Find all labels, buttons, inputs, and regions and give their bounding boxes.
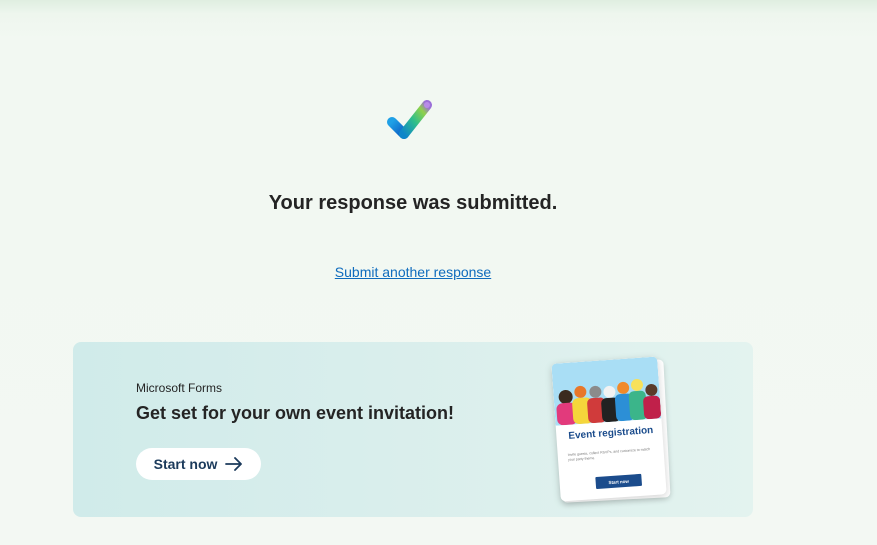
people-illustration [551,356,662,426]
start-now-label: Start now [153,456,218,472]
submission-confirmation-message: Your response was submitted. [268,192,558,214]
event-registration-illustration: Event registration Invite guests, collec… [551,356,673,506]
card-description: Invite guests, collect RSVPs, and custom… [567,447,651,462]
checkmark-icon [387,100,432,139]
card-front: Event registration Invite guests, collec… [551,356,667,502]
submit-another-container: Submit another response [0,264,826,280]
promo-brand: Microsoft Forms [136,381,223,395]
arrow-right-icon [225,457,243,471]
submit-another-response-link[interactable]: Submit another response [335,264,491,280]
start-now-button[interactable]: Start now [136,448,261,480]
confirmation-page: Your response was submitted. Submit anot… [0,0,877,545]
card-title: Event registration [568,424,654,442]
promo-banner: Microsoft Forms Get set for your own eve… [73,342,753,517]
card-start-button: Start now [595,473,643,490]
promo-title: Get set for your own event invitation! [136,403,455,423]
